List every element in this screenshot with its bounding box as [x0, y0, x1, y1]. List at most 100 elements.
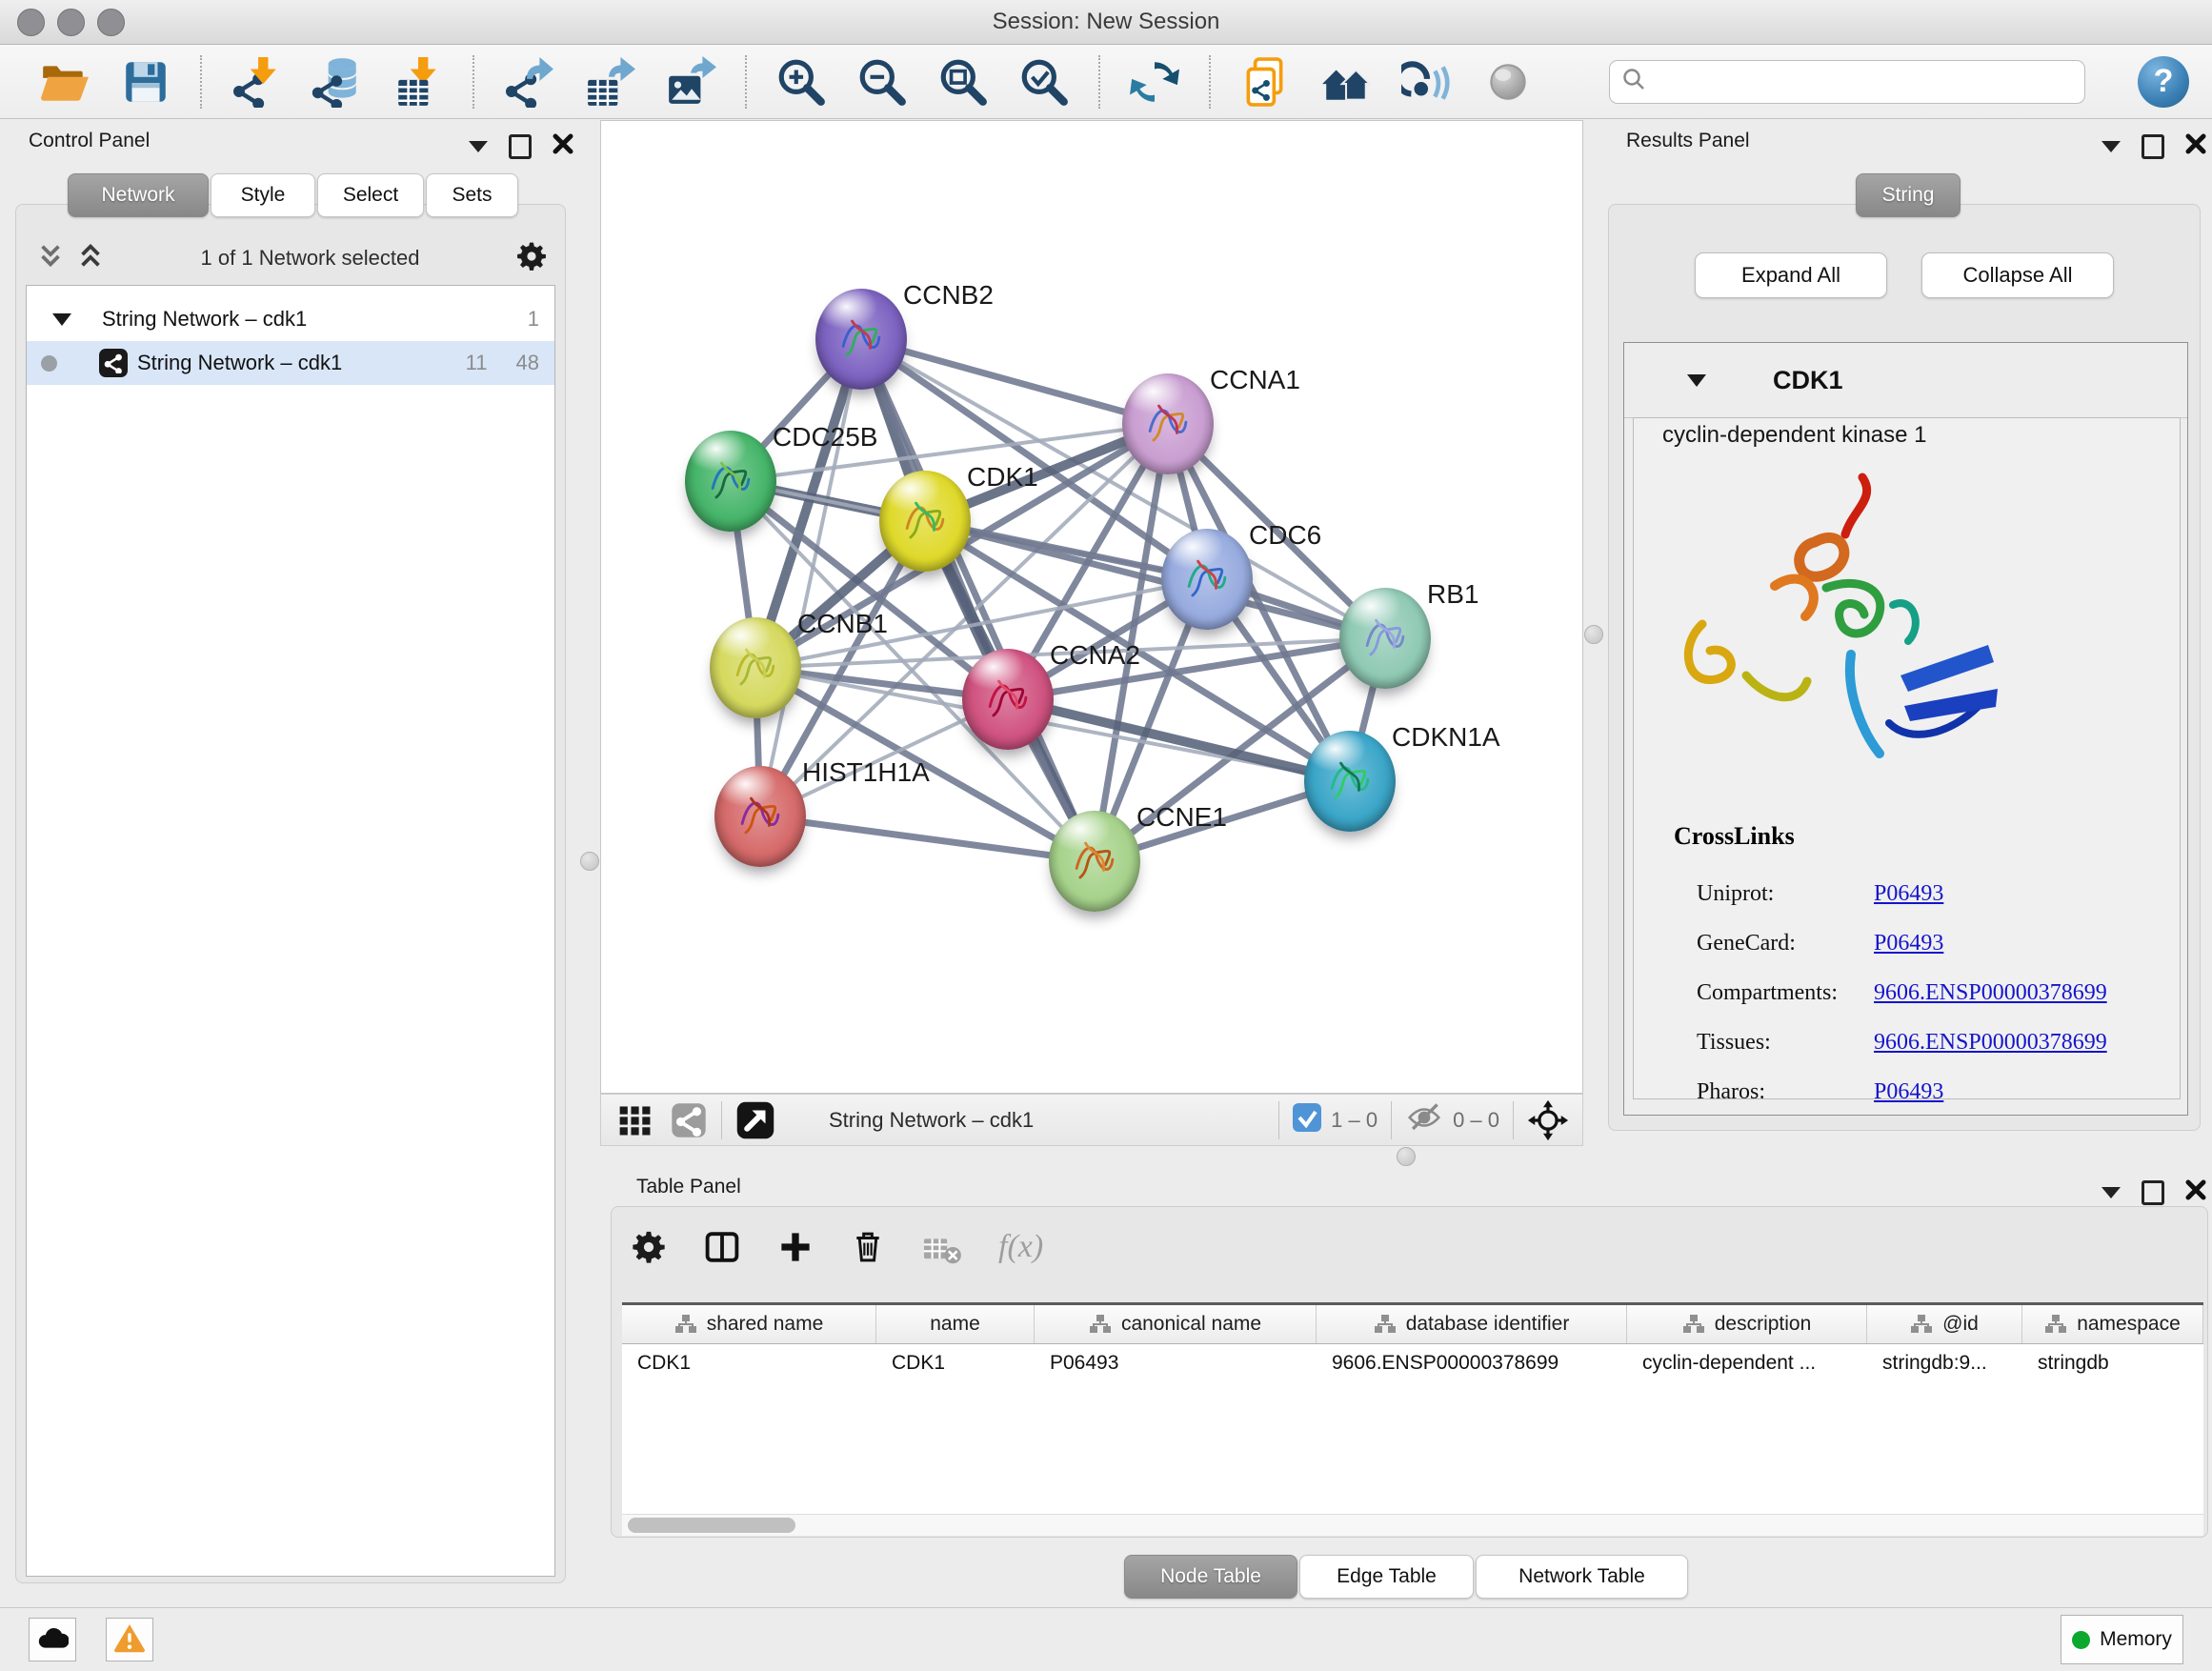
float-panel-icon[interactable]	[509, 134, 532, 159]
export-network-button[interactable]	[502, 55, 555, 109]
import-network-button[interactable]	[230, 55, 283, 109]
import-table-button[interactable]	[392, 55, 445, 109]
network-node-CDC25B[interactable]	[685, 431, 776, 532]
column-header-canonical-name[interactable]: canonical name	[1035, 1305, 1317, 1343]
table-options-gear-icon[interactable]	[631, 1229, 667, 1265]
scrollbar-thumb[interactable]	[628, 1518, 795, 1533]
crosslink-link[interactable]: 9606.ENSP00000378699	[1874, 980, 2107, 1006]
string-vision-button[interactable]	[1400, 55, 1454, 109]
edge-CCNB2-CCNA1[interactable]	[861, 339, 1168, 424]
crosslink-link[interactable]: P06493	[1874, 1079, 1943, 1105]
edge-CCNB2-HIST1H1A[interactable]	[760, 339, 861, 816]
search-field[interactable]	[1609, 60, 2085, 104]
selected-nodes-checkbox-icon[interactable]	[1293, 1103, 1321, 1137]
grid-view-icon[interactable]	[616, 1101, 654, 1139]
tab-select[interactable]: Select	[317, 173, 424, 217]
column-header-name[interactable]: name	[876, 1305, 1035, 1343]
string-sphere-button[interactable]	[1481, 55, 1535, 109]
close-panel-icon[interactable]	[553, 133, 573, 159]
network-node-CCNB2[interactable]	[815, 289, 907, 390]
table-cell[interactable]: CDK1	[876, 1344, 1035, 1382]
delete-column-trash-icon[interactable]	[850, 1229, 886, 1265]
close-panel-icon[interactable]	[2185, 133, 2206, 159]
network-node-CCNA2[interactable]	[962, 649, 1054, 750]
table-cell[interactable]: CDK1	[622, 1344, 876, 1382]
bottom-splitter-grip[interactable]	[1397, 1147, 1416, 1166]
right-splitter-grip[interactable]	[1584, 625, 1603, 644]
toolbar-separator	[745, 55, 747, 109]
panel-menu-caret-icon[interactable]	[2101, 141, 2121, 152]
network-node-CDK1[interactable]	[879, 471, 971, 572]
warnings-button[interactable]	[106, 1618, 153, 1661]
column-header-namespace[interactable]: namespace	[2022, 1305, 2203, 1343]
network-node-CDKN1A[interactable]	[1304, 731, 1396, 832]
network-row[interactable]: String Network – cdk1 11 48	[27, 341, 554, 385]
zoom-fit-button[interactable]	[936, 55, 990, 109]
help-icon[interactable]: ?	[2138, 56, 2189, 108]
zoom-in-button[interactable]	[774, 55, 828, 109]
export-image-button[interactable]	[664, 55, 717, 109]
zoom-out-button[interactable]	[855, 55, 909, 109]
network-node-CDC6[interactable]	[1161, 529, 1253, 630]
collapse-all-button[interactable]: Collapse All	[1921, 252, 2114, 298]
export-table-button[interactable]	[583, 55, 636, 109]
collapse-all-networks-icon[interactable]	[76, 241, 105, 276]
show-columns-icon[interactable]	[703, 1228, 741, 1266]
tab-node-table[interactable]: Node Table	[1124, 1555, 1297, 1599]
table-cell[interactable]: stringdb:9...	[1867, 1344, 2022, 1382]
search-input[interactable]	[1654, 70, 2073, 94]
network-node-CCNA1[interactable]	[1122, 373, 1214, 474]
clone-network-button[interactable]	[1238, 55, 1292, 109]
network-node-HIST1H1A[interactable]	[714, 766, 806, 867]
birdseye-view-icon[interactable]	[735, 1100, 775, 1140]
column-header-@id[interactable]: @id	[1867, 1305, 2022, 1343]
tab-network-table[interactable]: Network Table	[1476, 1555, 1688, 1599]
tab-sets[interactable]: Sets	[426, 173, 518, 217]
network-node-CCNB1[interactable]	[710, 617, 801, 718]
crosslink-link[interactable]: P06493	[1874, 881, 1943, 907]
zoom-selected-button[interactable]	[1017, 55, 1071, 109]
add-column-icon[interactable]	[777, 1229, 814, 1265]
save-button[interactable]	[119, 55, 172, 109]
network-badge-icon[interactable]	[670, 1101, 708, 1139]
column-header-shared-name[interactable]: shared name	[622, 1305, 876, 1343]
collection-expand-caret-icon[interactable]	[52, 313, 71, 326]
open-button[interactable]	[38, 55, 91, 109]
edge-HIST1H1A-CCNE1[interactable]	[760, 816, 1095, 861]
table-cell[interactable]: P06493	[1035, 1344, 1317, 1382]
cloud-button[interactable]	[29, 1618, 76, 1661]
import-database-button[interactable]	[311, 55, 364, 109]
network-canvas[interactable]: CCNB2CCNA1CDC25BCDK1CDC6RB1CCNB1CCNA2CDK…	[600, 120, 1583, 1094]
left-splitter-grip[interactable]	[580, 852, 599, 871]
panel-menu-caret-icon[interactable]	[469, 141, 488, 152]
crosslink-link[interactable]: 9606.ENSP00000378699	[1874, 1030, 2107, 1056]
network-collection-row[interactable]: String Network – cdk1 1	[27, 297, 554, 341]
table-cell[interactable]: stringdb	[2022, 1344, 2203, 1382]
string-home-button[interactable]	[1319, 55, 1373, 109]
network-options-gear-icon[interactable]	[515, 240, 548, 277]
column-header-description[interactable]: description	[1627, 1305, 1867, 1343]
protein-collapse-caret-icon[interactable]	[1687, 374, 1706, 387]
panel-menu-caret-icon[interactable]	[2101, 1187, 2121, 1198]
tab-edge-table[interactable]: Edge Table	[1299, 1555, 1474, 1599]
crosslink-link[interactable]: P06493	[1874, 931, 1943, 956]
float-panel-icon[interactable]	[2142, 134, 2164, 159]
close-panel-icon[interactable]	[2185, 1179, 2206, 1205]
float-panel-icon[interactable]	[2142, 1180, 2164, 1205]
protein-card-header[interactable]: CDK1	[1624, 343, 2187, 418]
hidden-elements-eye-icon[interactable]	[1405, 1101, 1443, 1139]
tab-network[interactable]: Network	[68, 173, 209, 217]
pan-crosshair-icon[interactable]	[1527, 1099, 1569, 1141]
column-header-database-identifier[interactable]: database identifier	[1317, 1305, 1627, 1343]
refresh-button[interactable]	[1128, 55, 1181, 109]
network-node-CCNE1[interactable]	[1049, 811, 1140, 912]
memory-button[interactable]: Memory	[2061, 1615, 2183, 1664]
table-cell[interactable]: cyclin-dependent ...	[1627, 1344, 1867, 1382]
tab-style[interactable]: Style	[211, 173, 315, 217]
table-cell[interactable]: 9606.ENSP00000378699	[1317, 1344, 1627, 1382]
expand-all-button[interactable]: Expand All	[1695, 252, 1887, 298]
table-horizontal-scrollbar[interactable]	[622, 1514, 2203, 1536]
expand-all-networks-icon[interactable]	[36, 241, 65, 276]
tab-string[interactable]: String	[1856, 173, 1961, 217]
network-node-RB1[interactable]	[1339, 588, 1431, 689]
